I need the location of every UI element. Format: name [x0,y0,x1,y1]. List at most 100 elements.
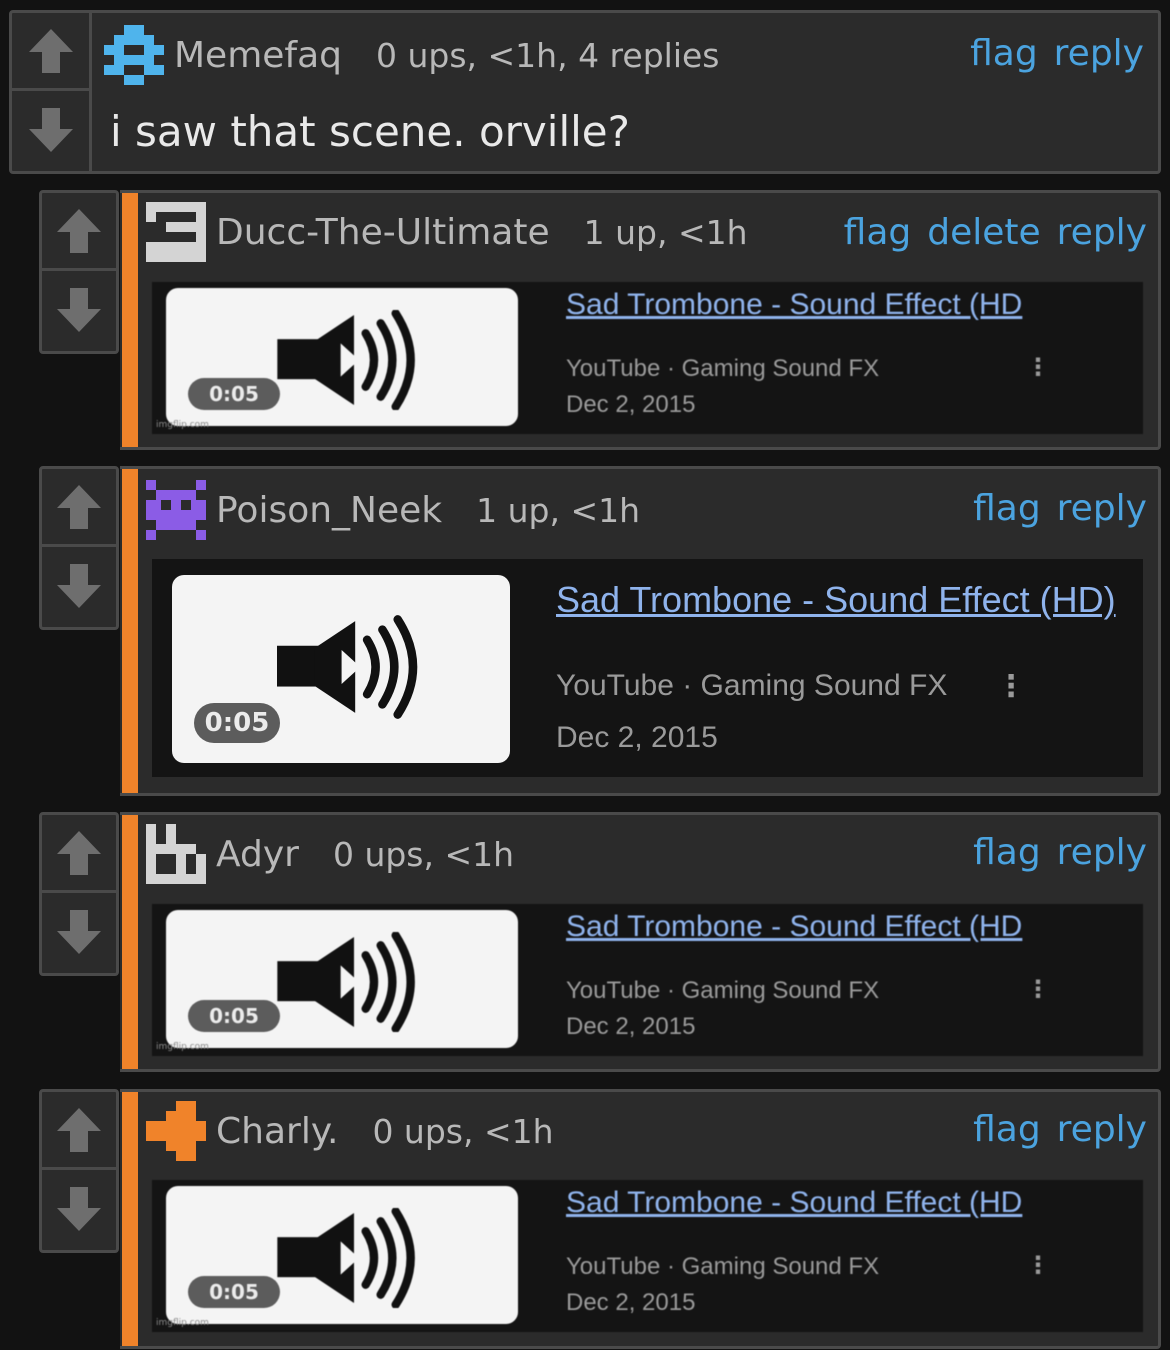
duration-badge: 0:05 [188,1276,280,1308]
comment-meta: 0 ups, <1h [332,834,515,874]
comment-header: Adyr 0 ups, <1h [146,822,514,886]
comment-actions: flag reply [973,832,1147,873]
comment-meta: 1 up, <1h [583,212,748,252]
more-icon: ⋮ [1026,353,1050,381]
video-title: Sad Trombone - Sound Effect (HD) [556,579,1116,620]
downvote-button[interactable] [12,91,89,169]
username-link[interactable]: Poison_Neek [216,490,442,531]
arrow-down-icon [54,907,104,957]
upvote-button[interactable] [42,193,116,271]
reply-link[interactable]: reply [1057,212,1147,253]
duration-badge: 0:05 [188,1000,280,1032]
vote-column [39,812,119,976]
comment-actions: flag reply [970,33,1144,74]
video-date: Dec 2, 2015 [556,721,718,754]
reply-stripe [122,469,138,793]
delete-link[interactable]: delete [927,212,1040,253]
comment-header: Charly. 0 ups, <1h [146,1099,554,1163]
speaker-icon [260,607,430,727]
watermark: imgflip.com [156,1318,209,1328]
avatar[interactable] [146,480,206,540]
comment-header: Poison_Neek 1 up, <1h [146,478,640,542]
vote-column [12,13,92,171]
comment-memefaq: Memefaq 0 ups, <1h, 4 replies flag reply… [9,10,1161,174]
downvote-button[interactable] [42,547,116,625]
arrow-up-icon [54,828,104,878]
comment-header: Memefaq 0 ups, <1h, 4 replies [104,23,720,87]
flag-link[interactable]: flag [844,212,912,253]
comment-meta: 0 ups, <1h [372,1111,554,1151]
avatar[interactable] [104,25,164,85]
comment-meta: 1 up, <1h [476,490,641,530]
reply-link[interactable]: reply [1057,488,1147,529]
arrow-up-icon [54,1105,104,1155]
avatar[interactable] [146,1101,206,1161]
video-title: Sad Trombone - Sound Effect (HD [566,910,1023,943]
more-icon: ⋮ [996,669,1026,704]
username-link[interactable]: Ducc-The-Ultimate [216,212,550,253]
arrow-down-icon [54,1184,104,1234]
video-embed-image[interactable]: 0:05 imgflip.com Sad Trombone - Sound Ef… [152,1180,1143,1332]
video-embed-image[interactable]: 0:05 imgflip.com Sad Trombone - Sound Ef… [152,282,1143,434]
flag-link[interactable]: flag [973,832,1041,873]
flag-link[interactable]: flag [970,33,1038,74]
arrow-down-icon [26,105,76,155]
video-thumbnail: 0:05 [172,575,510,763]
arrow-down-icon [54,561,104,611]
video-title: Sad Trombone - Sound Effect (HD [566,1186,1023,1219]
vote-column [39,1089,119,1253]
comment-actions: flag delete reply [844,212,1147,253]
downvote-button[interactable] [42,893,116,971]
video-date: Dec 2, 2015 [566,1013,696,1040]
video-title: Sad Trombone - Sound Effect (HD [566,288,1023,321]
duration-badge: 0:05 [194,703,280,743]
username-link[interactable]: Memefaq [174,35,342,76]
video-thumbnail: 0:05 [166,288,518,426]
arrow-down-icon [54,285,104,335]
video-channel: YouTube · Gaming Sound FX [566,1253,880,1280]
more-icon: ⋮ [1026,975,1050,1003]
vote-column [39,466,119,630]
reply-link[interactable]: reply [1054,33,1144,74]
reply-link[interactable]: reply [1057,1109,1147,1150]
reply-stripe [122,1092,138,1346]
arrow-up-icon [54,206,104,256]
username-link[interactable]: Adyr [216,834,299,875]
downvote-button[interactable] [42,271,116,349]
video-channel: YouTube · Gaming Sound FX [566,977,880,1004]
video-date: Dec 2, 2015 [566,391,696,418]
video-thumbnail: 0:05 [166,1186,518,1324]
watermark: imgflip.com [156,420,209,430]
vote-column [39,190,119,354]
comment-meta: 0 ups, <1h, 4 replies [376,35,720,75]
arrow-up-icon [26,26,76,76]
reply-stripe [122,815,138,1069]
speaker-icon [260,1208,428,1308]
video-thumbnail: 0:05 [166,910,518,1048]
comment-actions: flag reply [973,488,1147,529]
avatar[interactable] [146,824,206,884]
reply-link[interactable]: reply [1057,832,1147,873]
upvote-button[interactable] [42,1092,116,1170]
downvote-button[interactable] [42,1170,116,1248]
watermark: imgflip.com [156,1042,209,1052]
video-embed-image[interactable]: 0:05 Sad Trombone - Sound Effect (HD) Yo… [152,559,1143,777]
video-date: Dec 2, 2015 [566,1289,696,1316]
flag-link[interactable]: flag [973,1109,1041,1150]
upvote-button[interactable] [42,815,116,893]
reply-stripe [122,193,138,447]
video-embed-image[interactable]: 0:05 imgflip.com Sad Trombone - Sound Ef… [152,904,1143,1056]
duration-badge: 0:05 [188,378,280,410]
avatar[interactable] [146,202,206,262]
arrow-up-icon [54,482,104,532]
speaker-icon [260,310,428,410]
upvote-button[interactable] [12,13,89,91]
comment-text: i saw that scene. orville? [110,107,630,156]
username-link[interactable]: Charly. [216,1111,338,1152]
more-icon: ⋮ [1026,1251,1050,1279]
video-channel: YouTube · Gaming Sound FX [556,669,948,702]
speaker-icon [260,932,428,1032]
comment-header: Ducc-The-Ultimate 1 up, <1h [146,200,748,264]
flag-link[interactable]: flag [973,488,1041,529]
upvote-button[interactable] [42,469,116,547]
